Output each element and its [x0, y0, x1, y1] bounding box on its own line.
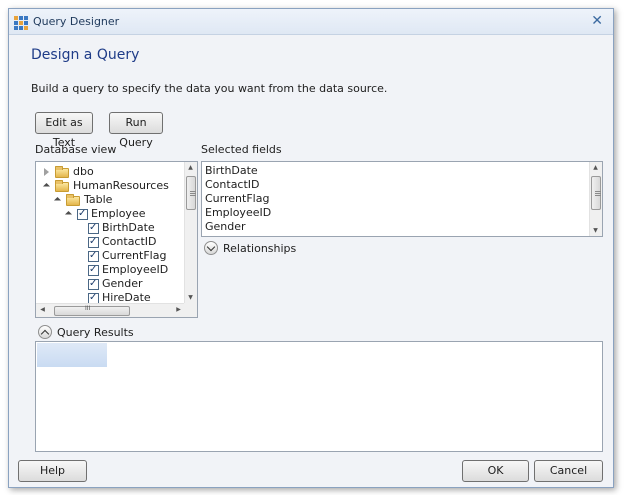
close-icon[interactable]: ✕ — [591, 13, 603, 29]
relationships-expand-button[interactable] — [204, 241, 218, 255]
tree-item[interactable]: Gender — [36, 277, 181, 291]
title-bar[interactable]: Query Designer ✕ — [9, 9, 613, 35]
checkbox-checked-icon[interactable] — [88, 277, 99, 291]
ok-button[interactable]: OK — [462, 460, 529, 482]
description-text: Build a query to specify the data you wa… — [31, 82, 388, 95]
expanded-arrow-icon[interactable] — [42, 182, 51, 191]
scrollbar-corner — [184, 303, 197, 317]
tree-item[interactable]: dbo — [36, 165, 181, 179]
folder-icon — [66, 194, 80, 206]
tree-item[interactable]: ContactID — [36, 235, 181, 249]
checkbox-checked-icon[interactable] — [88, 221, 99, 235]
horizontal-scroll-thumb[interactable]: III — [54, 305, 130, 316]
tree-item-label: Gender — [102, 277, 143, 290]
selected-field-item[interactable]: Gender — [205, 220, 246, 234]
database-view-label: Database view — [35, 143, 117, 156]
chevron-down-icon — [206, 242, 216, 252]
tree-item-label: EmployeeID — [102, 263, 169, 276]
tree-item-label: HumanResources — [73, 179, 169, 192]
tree-item-label: dbo — [73, 165, 94, 178]
page-title: Design a Query — [31, 47, 140, 63]
help-button[interactable]: Help — [18, 460, 87, 482]
tree-item[interactable]: Employee — [36, 207, 181, 221]
scroll-down-icon[interactable]: ▼ — [591, 227, 600, 234]
query-results-label[interactable]: Query Results — [57, 326, 134, 339]
tree-item[interactable]: EmployeeID — [36, 263, 181, 277]
tree-item[interactable]: BirthDate — [36, 221, 181, 235]
selected-fields-label: Selected fields — [201, 143, 282, 156]
relationships-label[interactable]: Relationships — [223, 242, 296, 255]
fields-vertical-scrollbar[interactable]: ▲ ▼ — [589, 162, 602, 236]
tree-item-label: ContactID — [102, 235, 157, 248]
selected-field-item[interactable]: ContactID — [205, 178, 260, 192]
selected-field-item[interactable]: BirthDate — [205, 164, 258, 178]
scroll-down-icon[interactable]: ▼ — [186, 294, 195, 301]
folder-icon — [55, 180, 69, 192]
tree-item[interactable]: CurrentFlag — [36, 249, 181, 263]
tree-item-label: CurrentFlag — [102, 249, 167, 262]
query-results-grid[interactable] — [35, 341, 603, 452]
edit-as-text-button[interactable]: Edit as Text — [35, 112, 93, 149]
tree-item[interactable]: Table — [36, 193, 181, 207]
query-results-collapse-button[interactable] — [38, 325, 52, 339]
collapsed-arrow-icon[interactable] — [44, 168, 49, 176]
scroll-up-icon[interactable]: ▲ — [186, 164, 195, 171]
scroll-left-icon[interactable]: ◀ — [38, 306, 47, 313]
run-query-button[interactable]: Run Query — [109, 112, 163, 149]
checkbox-checked-icon[interactable] — [77, 207, 88, 221]
scroll-thumb[interactable] — [186, 176, 196, 210]
results-header-cell[interactable] — [37, 343, 107, 367]
tree-item[interactable]: HumanResources — [36, 179, 181, 193]
tree-item-label: Table — [84, 193, 113, 206]
checkbox-checked-icon[interactable] — [88, 263, 99, 277]
cancel-button[interactable]: Cancel — [534, 460, 603, 482]
selected-field-item[interactable]: EmployeeID — [205, 206, 271, 220]
chevron-up-icon — [40, 329, 50, 339]
selected-field-item[interactable]: CurrentFlag — [205, 192, 269, 206]
query-designer-window: Query Designer ✕ Design a Query Build a … — [8, 8, 614, 488]
expanded-arrow-icon[interactable] — [53, 196, 62, 205]
selected-field-item[interactable]: HireDate — [205, 234, 254, 236]
window-title: Query Designer — [33, 15, 120, 28]
scroll-right-icon[interactable]: ▶ — [174, 306, 183, 313]
tree-item-label: BirthDate — [102, 221, 155, 234]
tree-item-label: Employee — [91, 207, 146, 220]
tree-horizontal-scrollbar[interactable]: ◀ III ▶ — [36, 303, 185, 317]
scroll-thumb[interactable] — [591, 176, 601, 210]
folder-icon — [55, 166, 69, 178]
app-icon — [14, 16, 28, 30]
selected-fields-list[interactable]: BirthDate ContactID CurrentFlag EmployeeID G… — [201, 161, 603, 237]
scroll-up-icon[interactable]: ▲ — [591, 164, 600, 171]
expanded-arrow-icon[interactable] — [64, 210, 73, 219]
checkbox-checked-icon[interactable] — [88, 235, 99, 249]
checkbox-checked-icon[interactable] — [88, 249, 99, 263]
database-view-tree[interactable]: dboHumanResourcesTableEmployeeBirthDateC… — [35, 161, 198, 318]
tree-vertical-scrollbar[interactable]: ▲ ▼ — [184, 162, 197, 303]
